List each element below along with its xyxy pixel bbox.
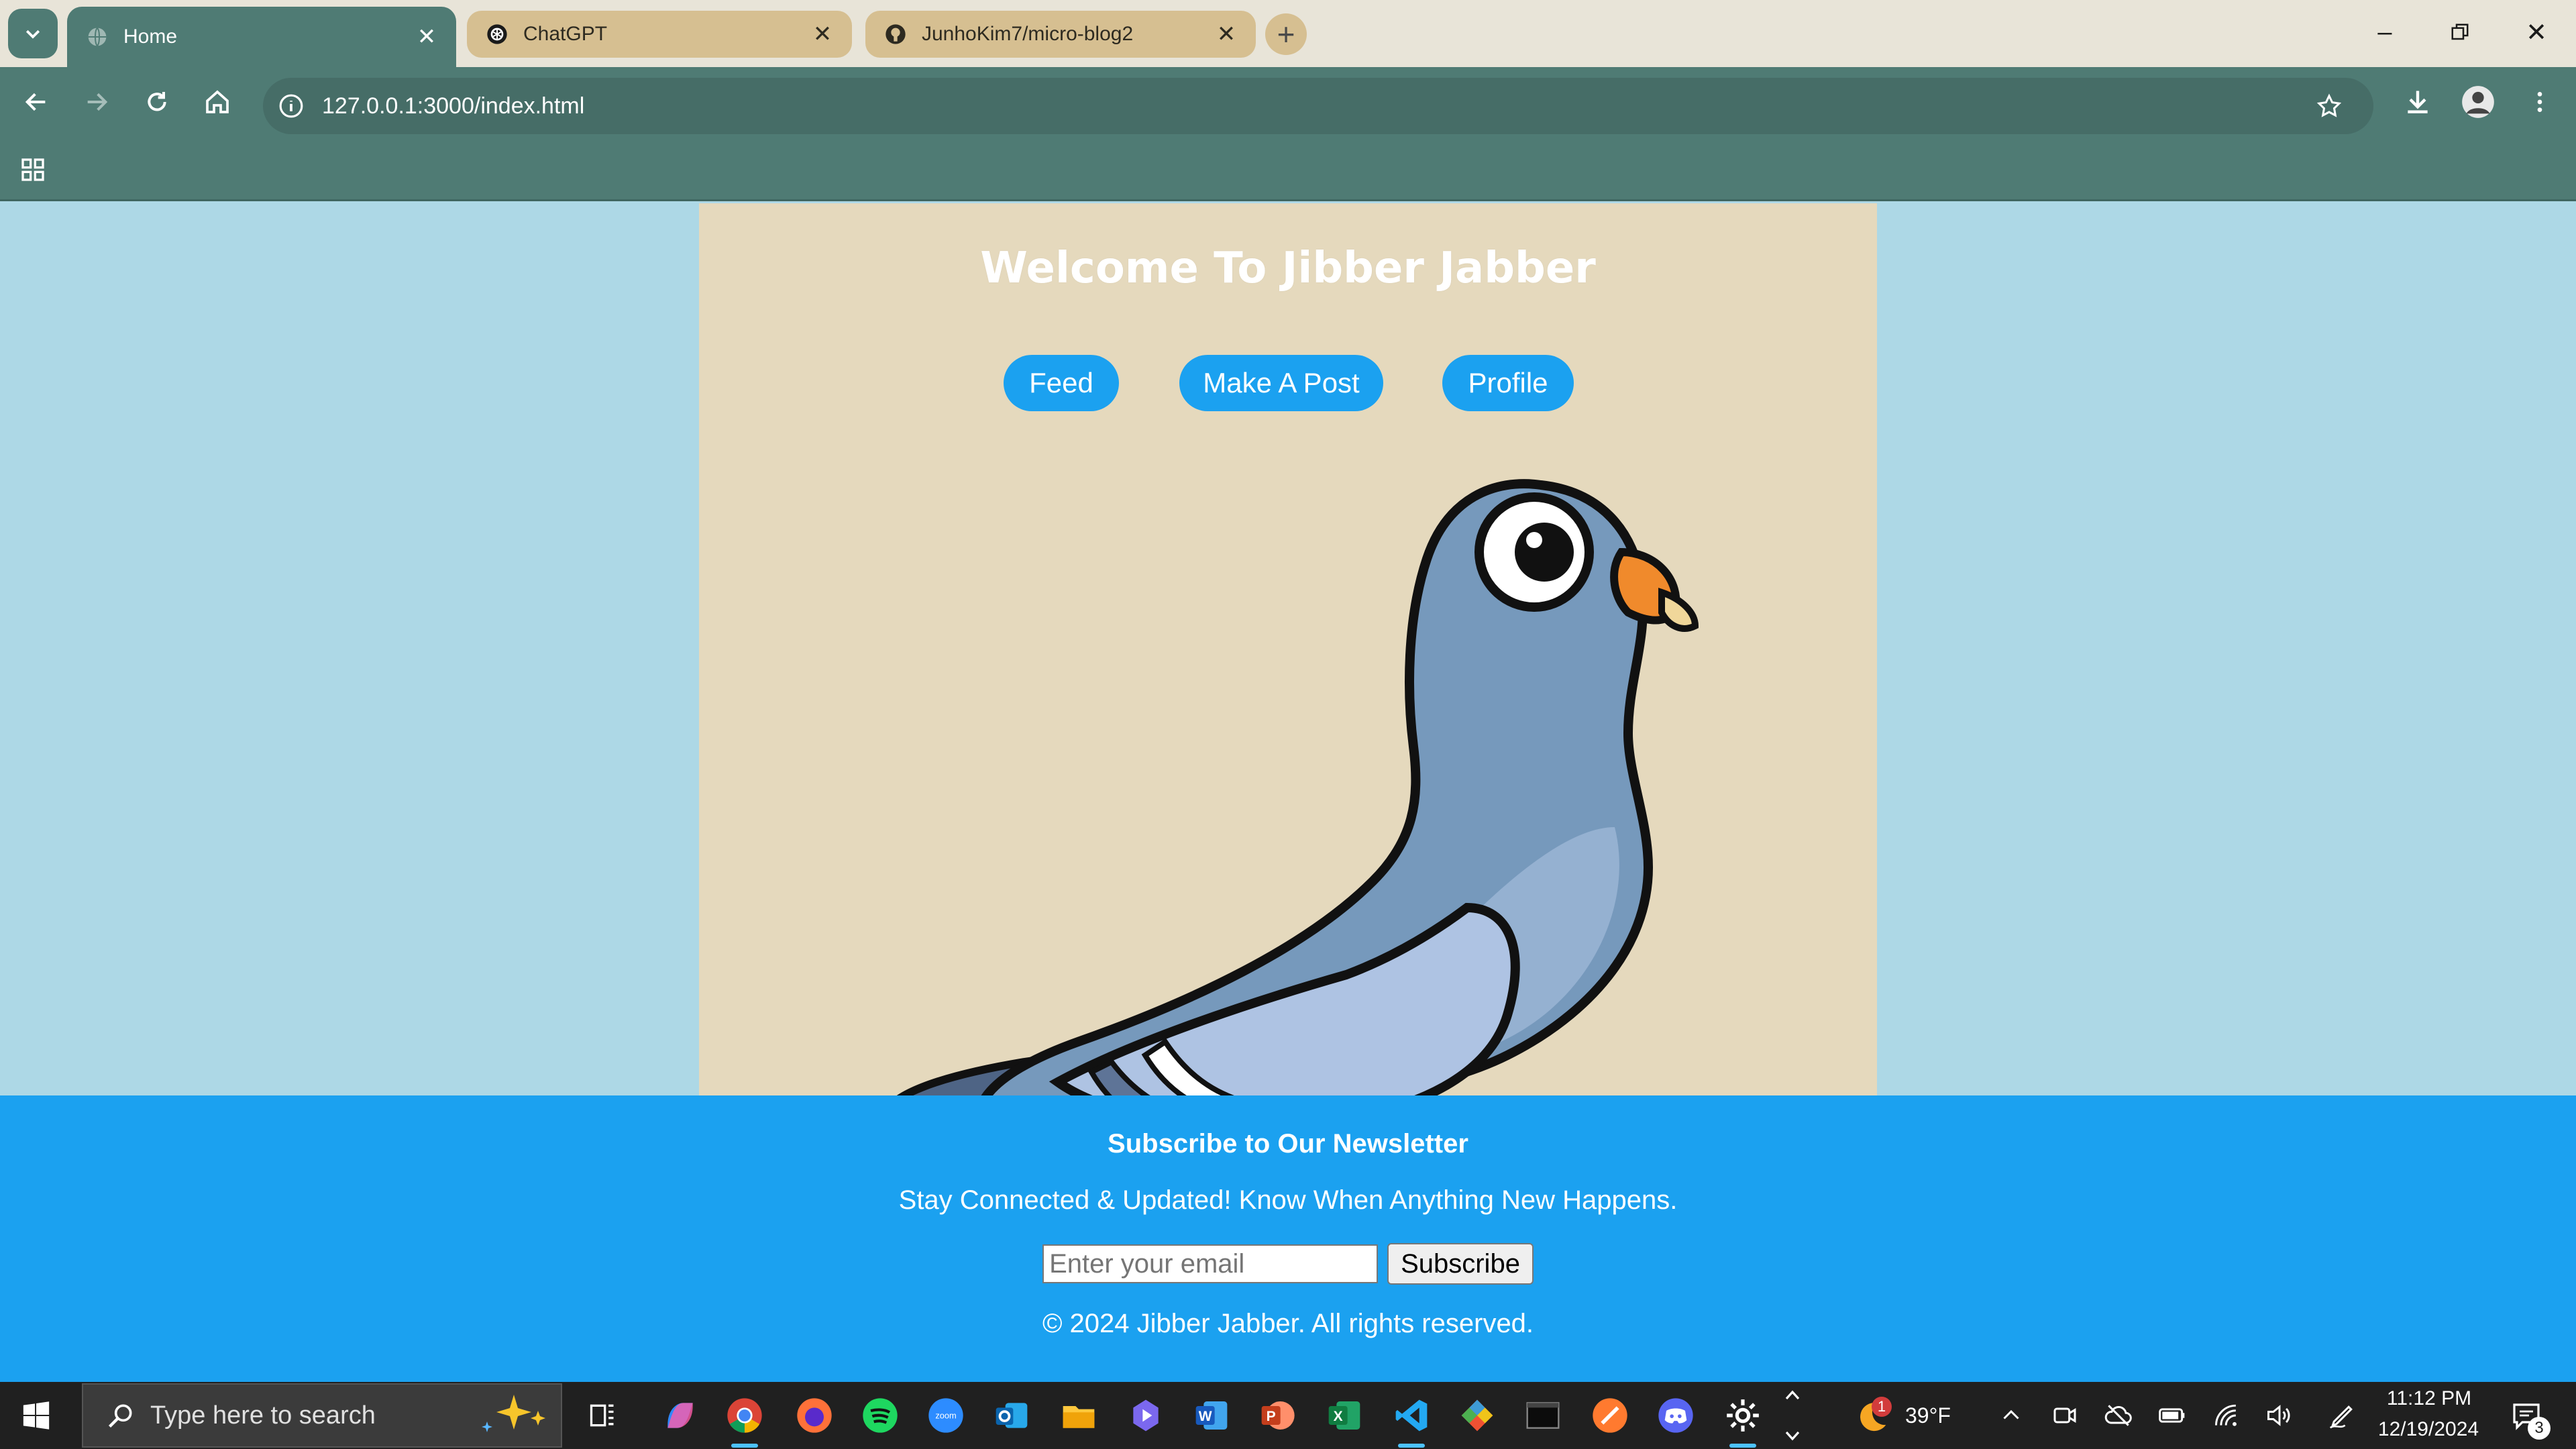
reload-button[interactable] xyxy=(137,82,177,122)
volume-icon[interactable] xyxy=(2258,1394,2301,1437)
restore-button[interactable] xyxy=(2436,12,2483,52)
browser-toolbar: 127.0.0.1:3000/index.html xyxy=(0,67,2576,134)
more-vertical-icon xyxy=(2537,92,2542,112)
pigeon-illustration xyxy=(896,479,1699,1095)
github-icon xyxy=(884,23,907,46)
globe-icon xyxy=(86,25,109,48)
windows-taskbar: Type here to search zoom W P X 1 39°F 11… xyxy=(0,1382,2576,1449)
task-view-icon[interactable] xyxy=(581,1394,624,1437)
profile-avatar[interactable] xyxy=(2458,82,2498,122)
meet-now-icon[interactable] xyxy=(2043,1394,2086,1437)
close-window-button[interactable]: ✕ xyxy=(2513,12,2560,52)
onedrive-offline-icon[interactable] xyxy=(2097,1394,2140,1437)
close-tab-icon[interactable]: ✕ xyxy=(413,23,440,50)
home-icon xyxy=(206,90,229,113)
git-icon[interactable] xyxy=(1456,1394,1499,1437)
file-explorer-icon[interactable] xyxy=(1057,1394,1100,1437)
address-bar[interactable]: 127.0.0.1:3000/index.html xyxy=(263,78,2373,134)
home-button[interactable] xyxy=(197,82,237,122)
windows-logo-icon xyxy=(23,1401,50,1430)
taskbar-search-box[interactable]: Type here to search xyxy=(82,1383,562,1448)
newsletter-title: Subscribe to Our Newsletter xyxy=(1108,1129,1468,1159)
word-icon[interactable]: W xyxy=(1190,1394,1233,1437)
vscode-icon[interactable] xyxy=(1390,1394,1433,1448)
forward-arrow-icon xyxy=(87,93,108,111)
page-viewport: Welcome To Jibber Jabber Feed Make A Pos… xyxy=(0,203,2576,1382)
powerpoint-icon[interactable]: P xyxy=(1256,1394,1299,1437)
outlook-icon[interactable] xyxy=(990,1394,1033,1437)
minimize-button[interactable]: – xyxy=(2361,12,2408,52)
sparkle-icon xyxy=(467,1389,561,1442)
new-tab-button[interactable]: + xyxy=(1265,13,1307,55)
apps-button[interactable] xyxy=(16,153,50,186)
apps-grid-icon xyxy=(21,158,44,181)
tab-strip: Home ✕ ChatGPT ✕ JunhoKim7/micro-blog2 ✕… xyxy=(0,0,2576,67)
back-arrow-icon xyxy=(25,93,46,111)
newsletter-section: Subscribe to Our Newsletter Stay Connect… xyxy=(0,1095,2576,1382)
svg-text:W: W xyxy=(1199,1409,1212,1424)
close-tab-icon[interactable]: ✕ xyxy=(809,21,836,48)
svg-text:zoom: zoom xyxy=(935,1411,956,1421)
plus-icon: + xyxy=(1277,17,1295,52)
chatgpt-icon xyxy=(486,23,508,46)
tab-title: ChatGPT xyxy=(523,23,608,45)
page-title: Welcome To Jibber Jabber xyxy=(980,244,1596,293)
close-icon: ✕ xyxy=(2526,18,2547,47)
minimize-icon: – xyxy=(2377,17,2392,46)
forward-button[interactable] xyxy=(76,82,117,122)
chrome-icon[interactable] xyxy=(723,1394,766,1448)
site-info-icon[interactable] xyxy=(276,91,306,121)
tab-chatgpt[interactable]: ChatGPT ✕ xyxy=(467,11,852,58)
terminal-icon[interactable] xyxy=(1521,1394,1564,1437)
copilot-icon[interactable] xyxy=(659,1394,702,1437)
hero-section: Welcome To Jibber Jabber Feed Make A Pos… xyxy=(699,203,1877,1095)
weather-badge: 1 xyxy=(1872,1397,1892,1417)
svg-text:X: X xyxy=(1334,1409,1343,1424)
battery-icon[interactable] xyxy=(2151,1394,2194,1437)
excel-icon[interactable]: X xyxy=(1323,1394,1366,1437)
sketch-app-icon[interactable] xyxy=(1589,1394,1631,1437)
firefox-icon[interactable] xyxy=(793,1394,836,1437)
close-tab-icon[interactable]: ✕ xyxy=(1213,21,1240,48)
download-icon xyxy=(2408,91,2428,113)
tab-home[interactable]: Home ✕ xyxy=(67,7,456,67)
clipchamp-icon[interactable] xyxy=(1124,1394,1167,1437)
newsletter-form: Subscribe xyxy=(0,1243,2576,1285)
tab-search-button[interactable] xyxy=(8,9,58,58)
search-icon xyxy=(101,1395,141,1436)
zoom-icon[interactable]: zoom xyxy=(924,1394,967,1437)
spotify-icon[interactable] xyxy=(859,1394,902,1437)
avatar-icon xyxy=(2462,86,2494,118)
tab-title: Home xyxy=(123,25,178,48)
chevron-down-icon xyxy=(25,30,40,39)
svg-text:P: P xyxy=(1267,1409,1276,1424)
taskbar-scroll-arrows[interactable] xyxy=(1779,1382,1806,1449)
downloads-button[interactable] xyxy=(2398,82,2438,122)
newsletter-subtitle: Stay Connected & Updated! Know When Anyt… xyxy=(898,1185,1678,1215)
clock-date[interactable]: 12/19/2024 xyxy=(2368,1418,2489,1441)
url-text: 127.0.0.1:3000/index.html xyxy=(322,93,585,119)
back-button[interactable] xyxy=(16,82,56,122)
search-placeholder: Type here to search xyxy=(150,1401,376,1430)
reload-icon xyxy=(148,92,166,111)
show-hidden-icons-chevron-icon[interactable] xyxy=(1990,1394,2033,1437)
bookmarks-bar xyxy=(0,134,2576,201)
restore-icon xyxy=(2451,23,2469,40)
notification-count-badge: 3 xyxy=(2528,1417,2551,1440)
tab-title: JunhoKim7/micro-blog2 xyxy=(922,23,1134,45)
weather-temp[interactable]: 39°F xyxy=(1905,1403,1951,1428)
bookmark-star-icon[interactable] xyxy=(2309,86,2349,126)
clock-time[interactable]: 11:12 PM xyxy=(2379,1387,2479,1410)
start-button[interactable] xyxy=(15,1394,58,1437)
email-field[interactable] xyxy=(1042,1244,1379,1283)
subscribe-button[interactable]: Subscribe xyxy=(1387,1243,1534,1285)
wifi-icon[interactable] xyxy=(2206,1394,2249,1437)
discord-icon[interactable] xyxy=(1654,1394,1697,1437)
browser-menu-button[interactable] xyxy=(2520,82,2560,122)
tab-github[interactable]: JunhoKim7/micro-blog2 ✕ xyxy=(865,11,1256,58)
copyright-text: © 2024 Jibber Jabber. All rights reserve… xyxy=(1042,1309,1534,1338)
settings-icon[interactable] xyxy=(1721,1394,1764,1448)
pen-menu-icon[interactable] xyxy=(2321,1394,2364,1437)
